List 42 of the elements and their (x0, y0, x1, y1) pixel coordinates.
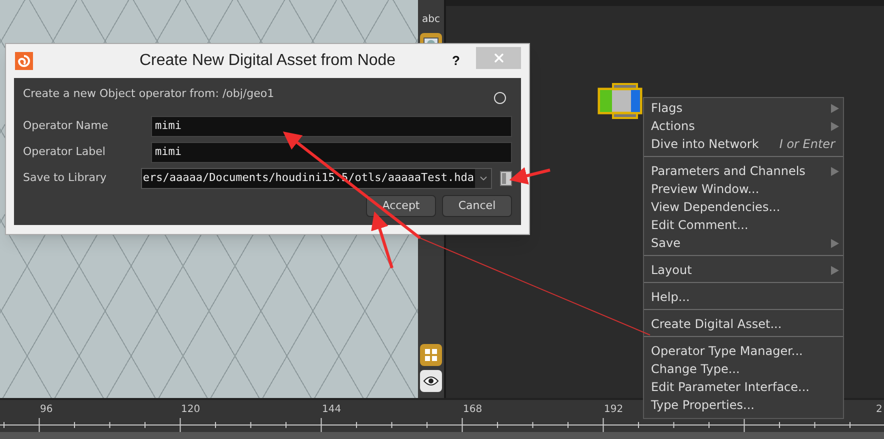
menu-item[interactable]: Edit Parameter Interface... (644, 378, 843, 396)
menu-item[interactable]: Dive into Network I or Enter (644, 135, 843, 153)
menu-item[interactable]: Create Digital Asset... (644, 315, 843, 333)
close-icon (492, 51, 506, 65)
file-chooser-icon[interactable] (500, 171, 512, 186)
toolbar-button[interactable] (420, 370, 442, 392)
timeline-tick-label: 144 (322, 403, 342, 417)
menu-item[interactable]: Help... (644, 288, 843, 306)
field-label: Save to Library (23, 170, 108, 186)
help-icon[interactable] (494, 92, 506, 104)
menu-item[interactable]: Edit Comment... (644, 216, 843, 234)
dialog-button[interactable]: Cancel (442, 195, 512, 217)
menu-item[interactable]: Layout (644, 261, 843, 279)
toolbar-button[interactable] (420, 344, 442, 366)
menu-item[interactable]: Preview Window... (644, 180, 843, 198)
dialog-description: Create a new Object operator from: /obj/geo1 (23, 86, 274, 102)
text-tool-label[interactable]: abc (422, 12, 440, 27)
menu-item[interactable]: Operator Type Manager... (644, 342, 843, 360)
menu-item[interactable]: Save (644, 234, 843, 252)
menu-item[interactable]: Flags (644, 99, 843, 117)
timeline-tick-label: 120 (181, 403, 200, 417)
timeline-tick-label: 96 (40, 403, 53, 417)
scrollbar-track[interactable] (0, 432, 884, 439)
help-button[interactable]: ? (452, 51, 460, 71)
eye-icon (423, 375, 439, 387)
timeline-tick-label: 2 (876, 403, 882, 417)
grid-icon (424, 348, 438, 362)
menu-item[interactable]: Actions (644, 117, 843, 135)
timeline-tick-label: 168 (463, 403, 482, 417)
menu-item[interactable]: Change Type... (644, 360, 843, 378)
field-label: Operator Label (23, 144, 106, 160)
menu-item[interactable]: Parameters and Channels (644, 162, 843, 180)
field-label: Operator Name (23, 118, 110, 134)
dialog-title: Create New Digital Asset from Node (138, 51, 397, 71)
dialog-button[interactable]: Accept (366, 195, 436, 217)
text-field[interactable]: mimi (151, 142, 512, 163)
menu-item[interactable]: Type Properties... (644, 396, 843, 414)
node-drawing (597, 83, 643, 119)
text-field[interactable]: mimi (151, 116, 512, 137)
houdini-logo-icon (15, 52, 33, 70)
timeline-tick-label: 192 (604, 403, 624, 417)
menu-item[interactable]: View Dependencies... (644, 198, 843, 216)
